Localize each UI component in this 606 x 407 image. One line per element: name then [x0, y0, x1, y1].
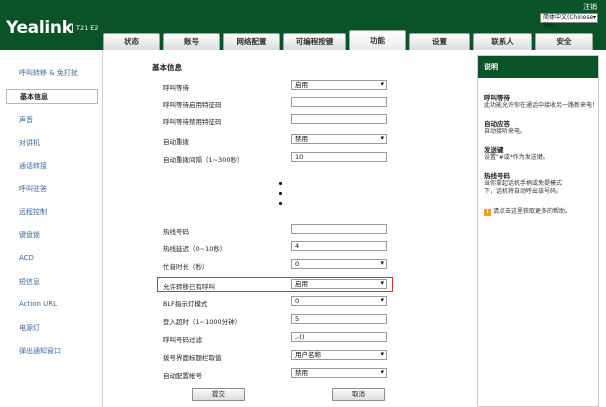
hotline-number-label: 热线号码 — [163, 228, 189, 236]
call-waiting-on-code-input[interactable] — [291, 97, 387, 107]
sidebar-item-action-url[interactable]: Action URL — [19, 300, 57, 308]
help-title: 说明 — [478, 56, 598, 78]
auto-redial-value: 禁用 — [295, 135, 308, 143]
sidebar-item-acd[interactable]: ACD — [19, 254, 34, 262]
sidebar-item-power-led[interactable]: 电源灯 — [19, 323, 40, 333]
hotline-delay-input[interactable]: 4 — [291, 241, 387, 251]
login-timeout-input[interactable]: 5 — [291, 314, 387, 324]
call-waiting-off-code-label: 呼叫等待禁用特征码 — [163, 118, 222, 126]
login-timeout-label: 登入超时（1~1000分钟） — [163, 318, 242, 326]
chevron-down-icon: ▾ — [380, 368, 384, 376]
ellipsis-dot — [279, 182, 282, 185]
tab-settings[interactable]: 设置 — [409, 33, 470, 50]
allow-trans-exist-call-label: 允许转移已有呼叫 — [163, 283, 215, 291]
sidebar-item-phone-lock[interactable]: 键盘锁 — [19, 230, 40, 240]
dial-title-label: 拨号界面标题栏取值 — [163, 354, 222, 362]
auto-redial-select[interactable]: 禁用 ▾ — [291, 134, 387, 144]
logout-link[interactable]: 注销 — [583, 2, 597, 12]
sidebar-item-intercom[interactable]: 对讲机 — [19, 138, 40, 148]
ellipsis-dot — [279, 202, 282, 205]
tab-features[interactable]: 功能 — [349, 30, 406, 50]
sidebar-item-transfer[interactable]: 通话转接 — [19, 161, 47, 171]
auto-provision-account-value: 禁用 — [295, 369, 308, 377]
section-title: 基本信息 — [152, 63, 182, 72]
auto-provision-account-label: 自动配置帐号 — [163, 372, 202, 380]
language-select-value: 简体中文(Chinese Sim — [543, 14, 594, 29]
help-topic-title: 呼叫等待 — [484, 94, 510, 102]
language-select[interactable]: 简体中文(Chinese Sim ▾ — [540, 13, 598, 29]
allow-trans-exist-call-value: 启用 — [295, 280, 308, 288]
number-filter-input[interactable]: ,-() — [291, 332, 387, 342]
submit-button[interactable]: 提交 — [192, 388, 245, 401]
tab-directory[interactable]: 联系人 — [473, 33, 532, 50]
call-waiting-value: 启用 — [295, 81, 308, 89]
busy-tone-delay-select[interactable]: 0 ▾ — [291, 259, 387, 269]
auto-redial-interval-label: 自动重拨间隔（1~300秒） — [163, 156, 244, 164]
chevron-down-icon: ▾ — [380, 296, 384, 304]
yealink-logo: Yealink — [6, 18, 73, 38]
auto-redial-label: 自动重拨 — [163, 138, 189, 146]
help-topic-title: 自动应答 — [484, 120, 510, 128]
help-topic-desc: 此功能允许你在通话中接收另一路新来电！ — [484, 102, 599, 109]
help-topic-desc: 设置"#或*作为发送键。 — [484, 154, 549, 161]
tab-dsskey[interactable]: 可编程按键 — [283, 33, 346, 50]
call-waiting-on-code-label: 呼叫等待启用特征码 — [163, 101, 222, 109]
tab-status[interactable]: 状态 — [103, 33, 160, 50]
help-topic-desc: 自动接听来电。 — [484, 128, 527, 135]
sidebar: 呼叫转移 & 免打扰 基本信息 声音 对讲机 通话转接 呼叫驻答 远程控制 键盘… — [0, 50, 103, 407]
ellipsis-dot — [279, 192, 282, 195]
chevron-down-icon: ▾ — [380, 134, 384, 142]
help-topic-title: 热线号码 — [484, 172, 510, 180]
blf-led-mode-value: 0 — [295, 297, 300, 305]
busy-tone-delay-value: 0 — [295, 260, 300, 268]
book-icon: i — [484, 209, 491, 216]
call-waiting-select[interactable]: 启用 ▾ — [291, 80, 387, 90]
top-header: Yealink T21 E2 注销 简体中文(Chinese Sim ▾ 状态 … — [0, 0, 606, 50]
help-topic-desc: 下，话机将自动呼出该号码。 — [484, 188, 563, 195]
tab-security[interactable]: 安全 — [535, 33, 593, 50]
main-form: 基本信息 呼叫等待 启用 ▾ 呼叫等待启用特征码 呼叫等待禁用特征码 自动重拨 禁… — [104, 50, 468, 407]
allow-trans-exist-call-select[interactable]: 启用 ▾ — [291, 279, 387, 289]
help-more-text: 请点击这里获取更多的帮助。 — [493, 208, 572, 215]
chevron-down-icon: ▾ — [380, 80, 384, 88]
chevron-down-icon: ▾ — [380, 259, 384, 267]
help-topic-title: 发送键 — [484, 146, 504, 154]
call-waiting-label: 呼叫等待 — [163, 84, 189, 92]
model-label: T21 E2 — [72, 24, 99, 32]
sidebar-item-notification-popup[interactable]: 弹出通知窗口 — [19, 346, 61, 356]
number-filter-label: 呼叫号码过滤 — [163, 336, 202, 344]
blf-led-mode-label: BLF指示灯模式 — [163, 300, 208, 308]
sidebar-item-remote-control[interactable]: 远程控制 — [19, 207, 47, 217]
hotline-number-input[interactable] — [291, 224, 387, 234]
chevron-down-icon: ▾ — [592, 14, 596, 21]
blf-led-mode-select[interactable]: 0 ▾ — [291, 296, 387, 306]
dial-title-select[interactable]: 用户名称 ▾ — [291, 350, 387, 360]
busy-tone-delay-label: 忙音时长（秒） — [163, 263, 209, 271]
cancel-button[interactable]: 取消 — [332, 388, 385, 401]
auto-redial-interval-input[interactable]: 10 — [291, 152, 387, 162]
tab-account[interactable]: 账号 — [163, 33, 220, 50]
hotline-delay-label: 热线延迟（0~10秒） — [163, 245, 227, 253]
help-more-link[interactable]: i 请点击这里获取更多的帮助。 — [484, 208, 598, 216]
call-waiting-off-code-input[interactable] — [291, 114, 387, 124]
chevron-down-icon: ▾ — [380, 350, 384, 358]
help-topic-desc: 当你拿起话机手柄或免提模式 — [484, 180, 563, 187]
dial-title-value: 用户名称 — [295, 351, 321, 359]
sidebar-item-call-pickup[interactable]: 呼叫驻答 — [19, 184, 47, 194]
sidebar-item-forward-dnd[interactable]: 呼叫转移 & 免打扰 — [19, 68, 78, 78]
help-panel: 说明 呼叫等待 此功能允许你在通话中接收另一路新来电！ 自动应答 自动接听来电。… — [477, 55, 599, 407]
sidebar-item-audio[interactable]: 声音 — [19, 115, 33, 125]
chevron-down-icon: ▾ — [380, 279, 384, 287]
sidebar-item-general[interactable]: 基本信息 — [6, 89, 98, 104]
sidebar-item-sms[interactable]: 短信息 — [19, 277, 40, 287]
tab-network[interactable]: 网络配置 — [223, 33, 280, 50]
auto-provision-account-select[interactable]: 禁用 ▾ — [291, 368, 387, 378]
